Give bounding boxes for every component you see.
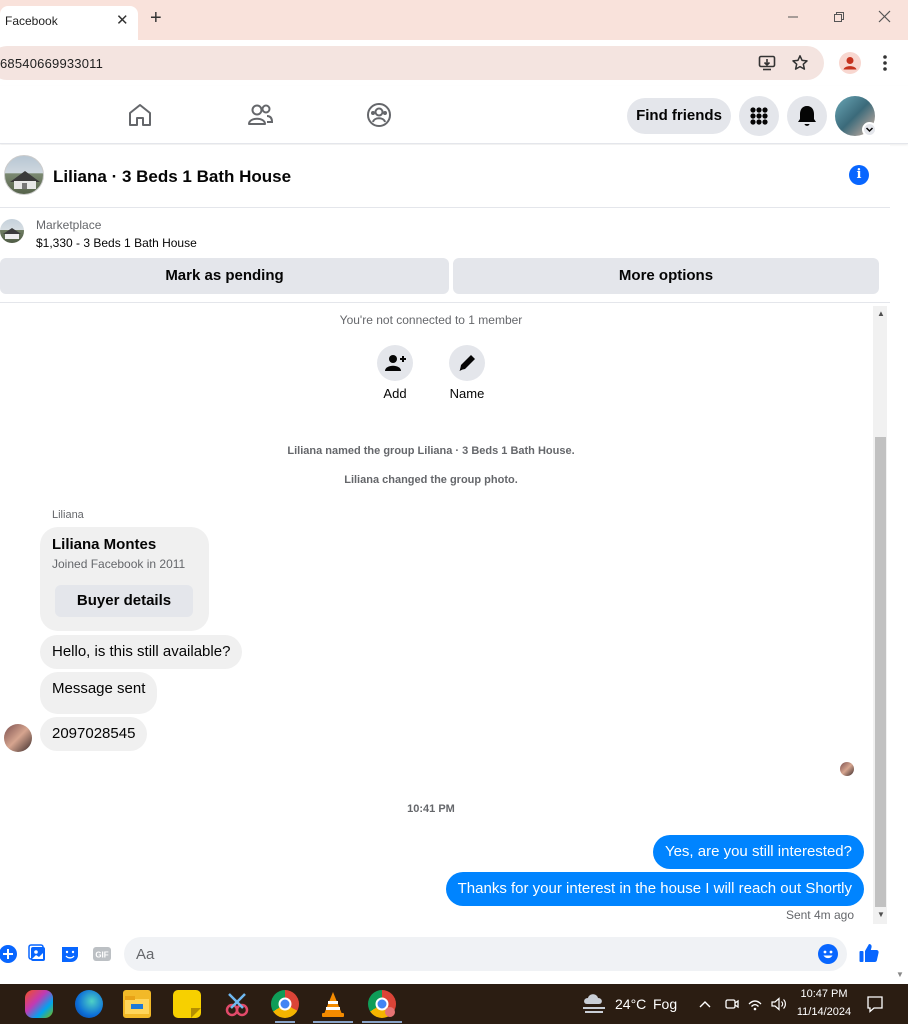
not-connected-notice: You're not connected to 1 member [339,313,523,327]
sticker-icon[interactable] [60,944,80,964]
name-group-button[interactable] [449,345,485,381]
add-member-button[interactable] [377,345,413,381]
page-scroll-down-arrow-icon[interactable]: ▼ [896,970,904,979]
vlc-icon[interactable] [319,990,347,1018]
chevron-down-icon[interactable] [862,122,877,137]
address-bar-row: 68540669933011 [0,40,908,86]
incoming-message[interactable]: Message sent [40,672,158,714]
menu-grid-button[interactable] [739,96,779,136]
listing-thumbnail[interactable] [0,219,24,243]
sent-status: Sent 4m ago [785,908,854,922]
incoming-message[interactable]: 2097028545 [40,717,148,751]
name-label: Name [449,386,485,401]
minimize-icon[interactable] [787,10,799,26]
edge-icon[interactable] [75,990,103,1018]
incoming-message[interactable]: Hello, is this still available? [40,635,243,669]
wifi-icon[interactable] [747,996,763,1017]
mark-as-pending-button[interactable]: Mark as pending [0,258,449,294]
running-indicator [313,1021,353,1023]
svg-text:GIF: GIF [95,951,108,960]
listing-price-title[interactable]: $1,330 - 3 Beds 1 Bath House [36,236,197,250]
marketplace-label: Marketplace [36,218,102,232]
find-friends-button[interactable]: Find friends [627,98,731,134]
omnibox[interactable] [0,46,824,80]
snipping-tool-icon[interactable] [223,990,251,1018]
group-photo[interactable] [4,155,44,195]
timestamp-separator: 10:41 PM [407,803,455,815]
outgoing-message[interactable]: Thanks for your interest in the house I … [445,872,864,906]
scroll-down-arrow-icon[interactable]: ▼ [877,910,885,919]
running-indicator [275,1021,295,1023]
chevron-up-icon[interactable] [698,997,712,1016]
sender-avatar[interactable] [4,724,32,752]
clock-date[interactable]: 11/14/2024 [790,1006,858,1018]
more-options-button[interactable]: More options [453,258,879,294]
notification-center-icon[interactable] [866,995,884,1018]
message-input[interactable] [136,937,816,971]
chat-title[interactable]: Liliana · 3 Beds 1 Bath House [53,167,291,187]
sticky-notes-icon[interactable] [173,990,201,1018]
notifications-bell-icon[interactable] [787,96,827,136]
buyer-card-name[interactable]: Liliana Montes [52,536,156,553]
volume-icon[interactable] [770,996,788,1017]
gif-icon[interactable]: GIF [92,944,112,964]
system-message-photo: Liliana changed the group photo. [344,474,518,486]
buyer-details-button[interactable]: Buyer details [55,585,193,617]
chrome-profile-icon[interactable] [368,990,396,1018]
message-composer[interactable] [124,937,847,971]
copilot-icon[interactable] [25,990,53,1018]
scroll-up-arrow-icon[interactable]: ▲ [877,309,885,318]
window-close-icon[interactable] [878,10,891,26]
chrome-icon[interactable] [271,990,299,1018]
outgoing-message[interactable]: Yes, are you still interested? [652,835,864,869]
divider [0,302,890,303]
friends-icon[interactable] [245,100,275,130]
buyer-card-joined: Joined Facebook in 2011 [52,557,186,571]
like-thumb-icon[interactable] [858,942,880,969]
sender-name: Liliana [52,509,84,521]
browser-menu-icon[interactable] [880,54,890,77]
browser-tab-facebook[interactable]: Facebook ✕ [0,6,138,40]
emoji-icon[interactable] [818,944,838,964]
info-icon[interactable]: i [849,165,869,185]
groups-icon[interactable] [364,100,394,130]
home-icon[interactable] [125,100,155,130]
bookmark-star-icon[interactable] [791,54,809,77]
clock-time[interactable]: 10:47 PM [792,988,856,1000]
install-app-icon[interactable] [758,54,776,77]
meet-now-icon[interactable] [724,996,740,1017]
plus-circle-icon[interactable] [0,944,18,964]
url-text[interactable]: 68540669933011 [0,56,103,71]
photo-icon[interactable] [28,944,48,964]
weather-condition[interactable]: Fog [653,996,677,1012]
tab-close-icon[interactable]: ✕ [116,11,129,29]
tab-title: Facebook [5,14,58,28]
weather-temperature[interactable]: 24°C [615,996,646,1012]
running-indicator-active [362,1021,402,1023]
restore-icon[interactable] [833,10,845,26]
scrollbar-thumb[interactable] [875,437,886,907]
file-explorer-icon[interactable] [123,990,151,1018]
system-message-named: Liliana named the group Liliana · 3 Beds… [287,445,575,457]
weather-fog-icon[interactable] [580,990,608,1021]
add-label: Add [383,386,407,401]
seen-indicator-avatar [840,762,854,776]
profile-icon[interactable] [839,52,861,74]
new-tab-button[interactable]: + [150,8,162,28]
